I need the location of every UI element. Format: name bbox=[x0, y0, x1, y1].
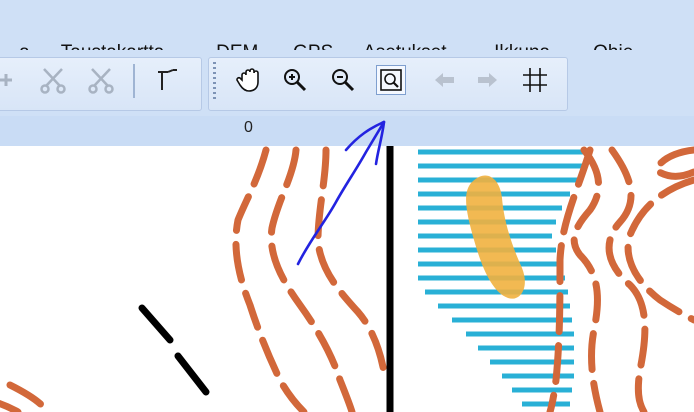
line-tool-icon[interactable] bbox=[152, 65, 182, 95]
plus-icon[interactable] bbox=[0, 65, 14, 95]
ruler-label: 0 bbox=[244, 119, 253, 136]
contour-lines bbox=[0, 146, 694, 412]
toolbar-separator bbox=[133, 64, 135, 98]
black-path bbox=[138, 304, 210, 396]
scissors-icon[interactable] bbox=[86, 65, 116, 95]
toolbar bbox=[0, 50, 694, 116]
arrow-left-icon[interactable] bbox=[430, 65, 460, 95]
ruler-bar: 0 bbox=[0, 116, 694, 146]
grid-icon[interactable] bbox=[520, 65, 550, 95]
contour-line-water-edge bbox=[546, 146, 594, 412]
arrow-right-icon[interactable] bbox=[472, 65, 502, 95]
hand-pan-icon[interactable] bbox=[235, 65, 265, 95]
zoom-window-icon[interactable] bbox=[376, 65, 406, 95]
map-drawing bbox=[0, 146, 694, 412]
map-canvas[interactable] bbox=[0, 146, 694, 412]
zoom-out-icon[interactable] bbox=[328, 65, 358, 95]
toolbar-grip[interactable] bbox=[213, 62, 216, 102]
menu-bar: a Taustakartta DEM GPS Asetukset Ikkuna … bbox=[0, 0, 694, 63]
scissors-icon[interactable] bbox=[38, 65, 68, 95]
zoom-in-icon[interactable] bbox=[280, 65, 310, 95]
